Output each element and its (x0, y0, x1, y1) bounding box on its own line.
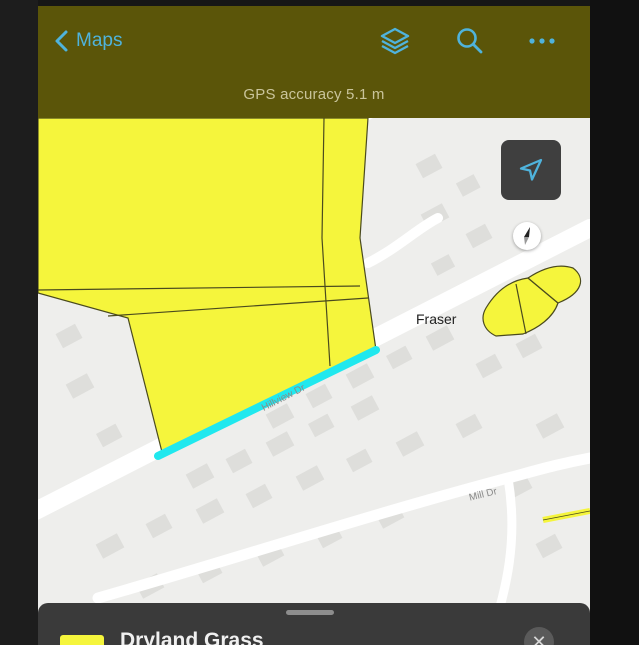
close-icon: ✕ (531, 631, 547, 645)
back-to-maps-button[interactable]: Maps (52, 26, 122, 56)
phone-screen: Maps GPS accuracy 5.1 m Fraser Hillview … (38, 6, 590, 645)
more-options-button[interactable] (525, 24, 559, 58)
sheet-grabber-handle[interactable] (286, 610, 334, 615)
street-label-fraser: Fraser (416, 311, 457, 327)
device-frame-left (0, 0, 38, 645)
layers-icon (380, 27, 410, 55)
feature-bottom-sheet[interactable]: Dryland Grass ✕ (38, 603, 590, 645)
close-sheet-button[interactable]: ✕ (524, 627, 554, 645)
back-label: Maps (76, 30, 123, 51)
compass-button[interactable] (513, 222, 541, 250)
locate-me-button[interactable] (501, 140, 561, 200)
layers-button[interactable] (378, 24, 412, 58)
feature-color-swatch (60, 635, 104, 645)
chevron-left-icon (55, 30, 68, 52)
search-icon (457, 28, 483, 54)
feature-title: Dryland Grass (120, 629, 264, 645)
device-frame-right (590, 0, 639, 645)
location-arrow-icon (519, 158, 543, 181)
search-button[interactable] (453, 24, 487, 58)
more-icon (529, 38, 555, 44)
top-navigation-bar: Maps GPS accuracy 5.1 m (38, 6, 590, 118)
compass-icon (524, 227, 530, 245)
gps-accuracy-text: GPS accuracy 5.1 m (243, 86, 385, 103)
